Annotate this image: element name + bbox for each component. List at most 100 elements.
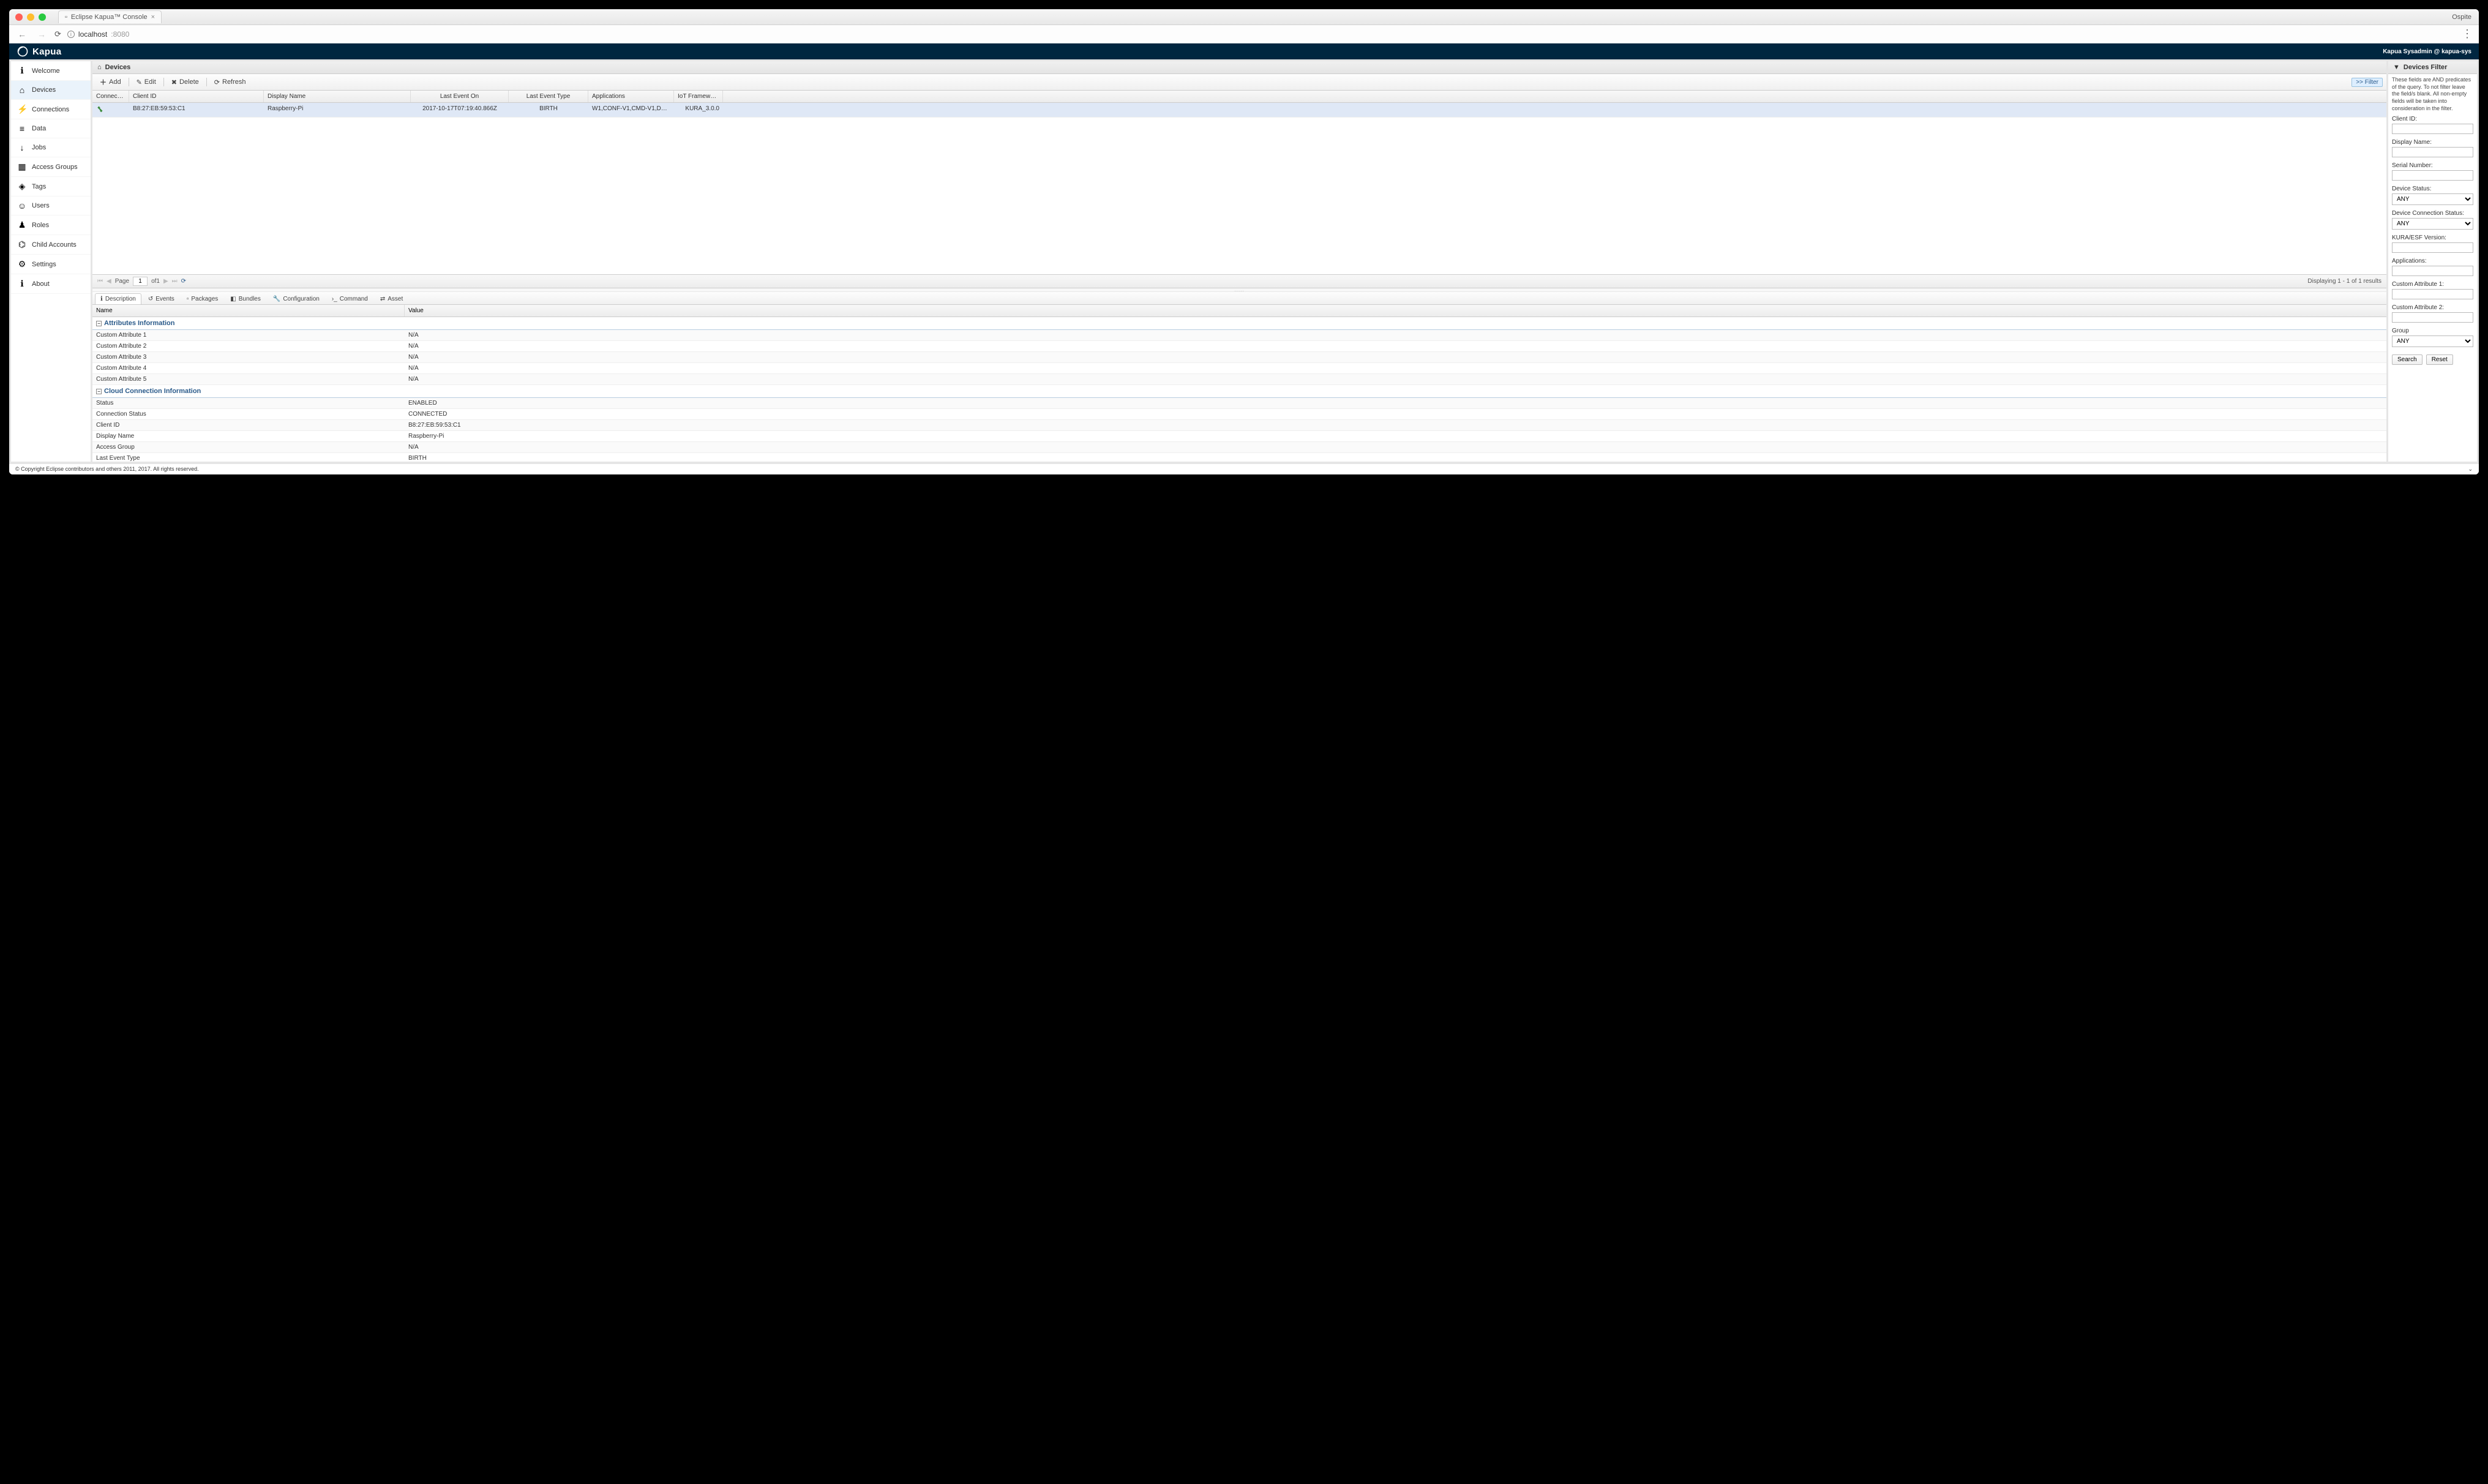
detail-section-header[interactable]: −Cloud Connection Information xyxy=(92,385,2386,398)
accounts-icon: ⌬ xyxy=(17,239,27,250)
filter-title-text: Devices Filter xyxy=(2404,64,2448,71)
filter-serial-input[interactable] xyxy=(2392,170,2473,181)
next-page-button[interactable]: ▶ xyxy=(163,278,168,285)
last-page-button[interactable]: ⏭ xyxy=(172,278,178,285)
back-button[interactable]: ← xyxy=(15,29,29,39)
filter-display-name-input[interactable] xyxy=(2392,147,2473,157)
col-last-event-on[interactable]: Last Event On xyxy=(411,91,509,102)
first-page-button[interactable]: ⏮ xyxy=(97,278,103,285)
filter-group-select[interactable]: ANY xyxy=(2392,335,2473,347)
tab-events[interactable]: ↺Events xyxy=(143,293,180,304)
separator xyxy=(163,78,164,86)
col-connection-status[interactable]: Connection S… xyxy=(92,91,129,102)
url-input[interactable]: i localhost:8080 xyxy=(67,30,2456,39)
sidebar-item-access-groups[interactable]: ▦Access Groups xyxy=(11,157,91,177)
tab-command[interactable]: ›_Command xyxy=(326,293,373,304)
sidebar-item-tags[interactable]: ◈ Tags xyxy=(11,177,91,197)
add-button[interactable]: ＋Add xyxy=(96,76,125,88)
maximize-window-icon[interactable] xyxy=(39,13,46,21)
history-icon: ↺ xyxy=(148,296,153,302)
col-last-event-type[interactable]: Last Event Type xyxy=(509,91,588,102)
col-applications[interactable]: Applications xyxy=(588,91,674,102)
tab-packages[interactable]: ▫Packages xyxy=(181,293,223,304)
sidebar-item-label: Settings xyxy=(32,261,56,268)
device-icon: ⌂ xyxy=(97,64,102,71)
forward-button[interactable]: → xyxy=(35,29,48,39)
copyright-text: © Copyright Eclipse contributors and oth… xyxy=(15,466,199,473)
detail-name: Custom Attribute 5 xyxy=(92,374,405,384)
detail-value: B8:27:EB:59:53:C1 xyxy=(405,420,2386,430)
footer: © Copyright Eclipse contributors and oth… xyxy=(9,463,2479,474)
reload-button[interactable]: ⟳ xyxy=(54,29,61,39)
info-icon: ℹ xyxy=(17,66,27,76)
col-name[interactable]: Name xyxy=(92,305,405,317)
bundle-icon: ◧ xyxy=(230,296,236,302)
label-display-name: Display Name: xyxy=(2392,139,2473,146)
user-info[interactable]: Kapua Sysadmin @ kapua-sys xyxy=(2383,48,2471,55)
grid-row[interactable]: B8:27:EB:59:53:C1 Raspberry-Pi 2017-10-1… xyxy=(92,103,2386,118)
sidebar-item-settings[interactable]: ⚙Settings xyxy=(11,255,91,274)
asset-icon: ⇄ xyxy=(380,296,385,302)
refresh-button[interactable]: ⟳Refresh xyxy=(211,77,250,88)
profile-label[interactable]: Ospite xyxy=(2452,13,2471,21)
tag-icon: ◈ xyxy=(17,181,27,192)
cell-display-name: Raspberry-Pi xyxy=(264,103,411,117)
sidebar-item-connections[interactable]: ⚡Connections xyxy=(11,100,91,119)
filter-device-status-select[interactable]: ANY xyxy=(2392,193,2473,205)
sidebar-item-devices[interactable]: ⌂Devices xyxy=(11,81,91,100)
col-client-id[interactable]: Client ID xyxy=(129,91,264,102)
detail-row: Access GroupN/A xyxy=(92,442,2386,453)
filter-connection-status-select[interactable]: ANY xyxy=(2392,218,2473,230)
tab-bundles[interactable]: ◧Bundles xyxy=(225,293,266,304)
tab-description[interactable]: ℹDescription xyxy=(95,293,141,304)
split-resize-handle[interactable] xyxy=(92,288,2386,292)
close-window-icon[interactable] xyxy=(15,13,23,21)
sidebar-item-label: Tags xyxy=(32,183,46,190)
app-header: Kapua Kapua Sysadmin @ kapua-sys xyxy=(9,43,2479,59)
filter-ca2-input[interactable] xyxy=(2392,312,2473,323)
sidebar-item-child-accounts[interactable]: ⌬Child Accounts xyxy=(11,235,91,255)
site-info-icon[interactable]: i xyxy=(67,31,75,38)
col-value[interactable]: Value xyxy=(405,305,2386,317)
group-icon: ▦ xyxy=(17,162,27,172)
tab-asset[interactable]: ⇄Asset xyxy=(375,293,408,304)
browser-tab[interactable]: ▫ Eclipse Kapua™ Console × xyxy=(58,10,162,23)
sidebar-item-welcome[interactable]: ℹWelcome xyxy=(11,61,91,81)
edit-button[interactable]: ✎Edit xyxy=(133,77,160,88)
filter-applications-input[interactable] xyxy=(2392,266,2473,276)
cell-last-event-on: 2017-10-17T07:19:40.866Z xyxy=(411,103,509,117)
reset-button[interactable]: Reset xyxy=(2426,354,2453,365)
page-number-input[interactable] xyxy=(133,277,148,286)
page-icon: ▫ xyxy=(65,13,67,21)
detail-row: Connection StatusCONNECTED xyxy=(92,409,2386,420)
col-display-name[interactable]: Display Name xyxy=(264,91,411,102)
filter-toggle-button[interactable]: >> Filter xyxy=(2351,78,2383,87)
prev-page-button[interactable]: ◀ xyxy=(107,278,111,285)
sidebar-item-users[interactable]: ☺Users xyxy=(11,197,91,215)
filter-kura-input[interactable] xyxy=(2392,242,2473,253)
tab-configuration[interactable]: 🔧Configuration xyxy=(268,293,325,304)
device-icon: ⌂ xyxy=(17,85,27,95)
detail-value: Raspberry-Pi xyxy=(405,431,2386,441)
collapse-icon[interactable]: − xyxy=(96,389,102,394)
cell-last-event-type: BIRTH xyxy=(509,103,588,117)
sidebar-item-roles[interactable]: ♟Roles xyxy=(11,215,91,235)
sidebar-item-about[interactable]: ℹAbout xyxy=(11,274,91,294)
browser-menu-icon[interactable]: ⋮ xyxy=(2462,28,2473,40)
minimize-window-icon[interactable] xyxy=(27,13,34,21)
detail-value: BIRTH xyxy=(405,453,2386,462)
sidebar-item-data[interactable]: ≡Data xyxy=(11,119,91,138)
collapse-icon[interactable]: − xyxy=(96,321,102,326)
footer-caret: ⌄ xyxy=(2468,466,2473,473)
close-tab-icon[interactable]: × xyxy=(151,13,155,21)
url-path: :8080 xyxy=(111,30,129,39)
search-button[interactable]: Search xyxy=(2392,354,2422,365)
detail-name: Display Name xyxy=(92,431,405,441)
detail-section-header[interactable]: −Attributes Information xyxy=(92,317,2386,330)
delete-button[interactable]: ✖Delete xyxy=(168,77,203,88)
sidebar-item-jobs[interactable]: ↓Jobs xyxy=(11,138,91,157)
pager-refresh-button[interactable]: ⟳ xyxy=(181,278,186,285)
col-framework-version[interactable]: IoT Framework Version xyxy=(674,91,723,102)
filter-client-id-input[interactable] xyxy=(2392,124,2473,134)
filter-ca1-input[interactable] xyxy=(2392,289,2473,299)
